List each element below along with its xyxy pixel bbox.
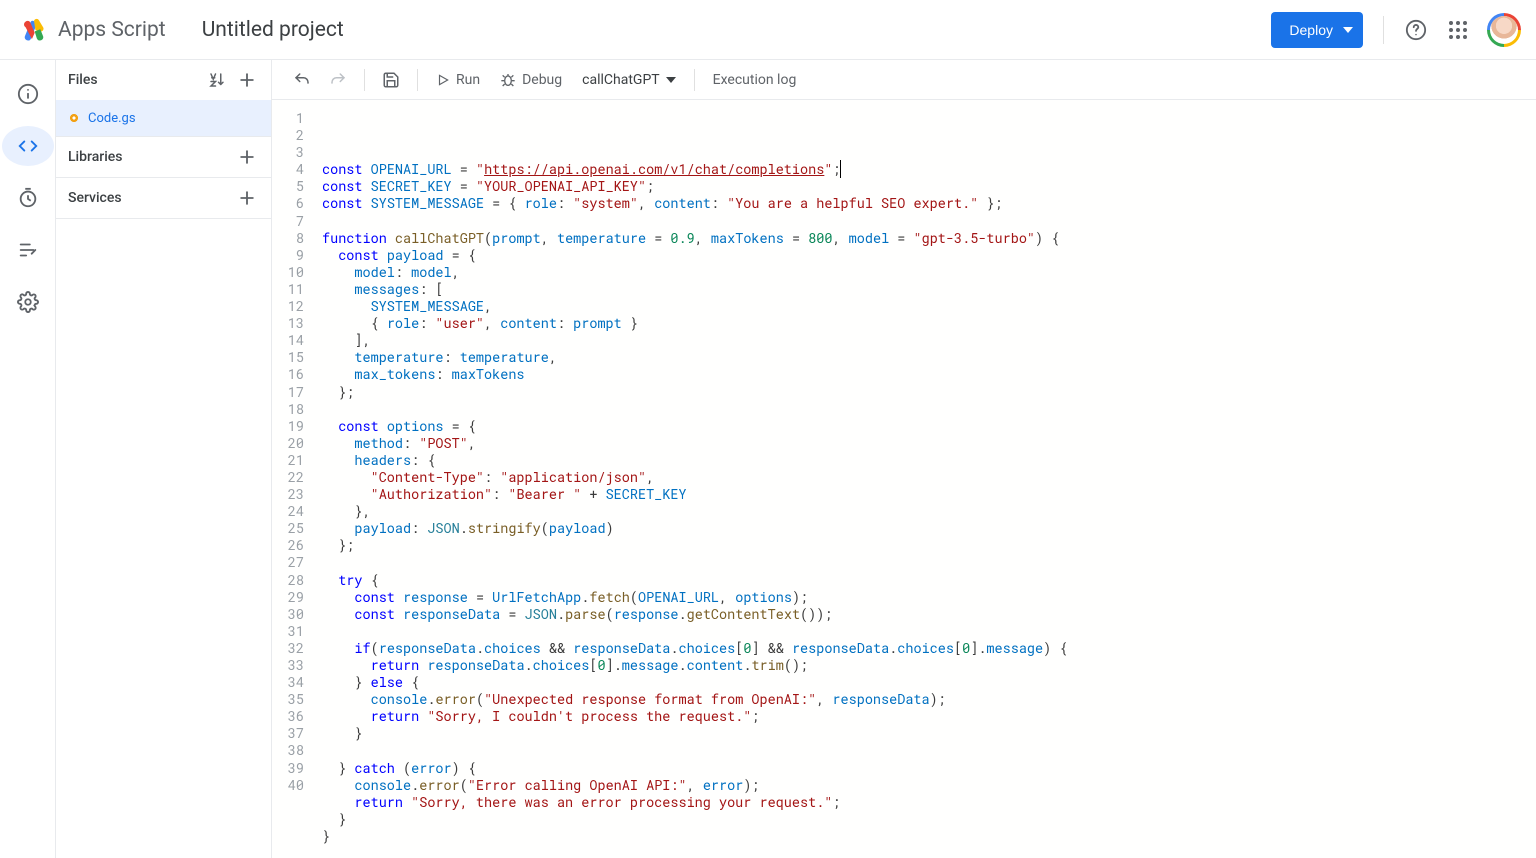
undo-icon[interactable]	[286, 64, 318, 96]
function-selected: callChatGPT	[582, 72, 660, 88]
exec-log-label: Execution log	[713, 72, 797, 88]
services-label: Services	[68, 190, 122, 206]
debug-label: Debug	[522, 72, 562, 88]
editor-icon[interactable]	[16, 134, 40, 158]
file-item-code-gs[interactable]: Code.gs	[56, 100, 271, 136]
editor-toolbar: Run Debug callChatGPT Execution log	[272, 60, 1536, 100]
files-label: Files	[68, 72, 98, 88]
add-file-icon[interactable]	[235, 68, 259, 92]
project-title[interactable]: Untitled project	[202, 18, 344, 42]
deploy-button[interactable]: Deploy	[1271, 12, 1363, 48]
triggers-icon[interactable]	[16, 186, 40, 210]
executions-icon[interactable]	[16, 238, 40, 262]
files-section-header: Files	[56, 60, 271, 100]
services-section-header: Services	[56, 178, 271, 218]
account-avatar[interactable]	[1488, 14, 1520, 46]
debug-button[interactable]: Debug	[492, 64, 570, 96]
current-line-highlight	[318, 110, 1536, 127]
libraries-label: Libraries	[68, 149, 122, 165]
code-editor[interactable]: 1234567891011121314151617181920212223242…	[272, 100, 1536, 858]
sort-az-icon[interactable]	[205, 68, 229, 92]
run-label: Run	[456, 72, 480, 88]
product-name: Apps Script	[58, 18, 166, 42]
divider	[1383, 16, 1384, 44]
unsaved-dot-icon	[70, 114, 78, 122]
function-select[interactable]: callChatGPT	[574, 64, 684, 96]
chevron-down-icon	[666, 77, 676, 83]
redo-icon[interactable]	[322, 64, 354, 96]
file-name: Code.gs	[88, 111, 136, 126]
files-sidebar: Files Code.gs Libraries	[56, 60, 272, 858]
deploy-button-label: Deploy	[1289, 22, 1333, 38]
info-icon[interactable]	[16, 82, 40, 106]
apps-script-logo-icon	[20, 16, 48, 44]
chevron-down-icon	[1343, 27, 1353, 33]
add-library-icon[interactable]	[235, 145, 259, 169]
left-rail	[0, 60, 56, 858]
libraries-section-header: Libraries	[56, 137, 271, 177]
bug-icon	[500, 72, 516, 88]
settings-icon[interactable]	[16, 290, 40, 314]
code-content[interactable]: const OPENAI_URL = "https://api.openai.c…	[318, 110, 1536, 858]
play-icon	[436, 73, 450, 87]
logo-area: Apps Script	[20, 16, 166, 44]
apps-grid-icon[interactable]	[1446, 18, 1470, 42]
app-header: Apps Script Untitled project Deploy	[0, 0, 1536, 60]
main-area: Run Debug callChatGPT Execution log 1234…	[272, 60, 1536, 858]
save-icon[interactable]	[375, 64, 407, 96]
execution-log-button[interactable]: Execution log	[705, 64, 805, 96]
help-icon[interactable]	[1404, 18, 1428, 42]
run-button[interactable]: Run	[428, 64, 488, 96]
line-gutter: 1234567891011121314151617181920212223242…	[272, 110, 318, 858]
add-service-icon[interactable]	[235, 186, 259, 210]
